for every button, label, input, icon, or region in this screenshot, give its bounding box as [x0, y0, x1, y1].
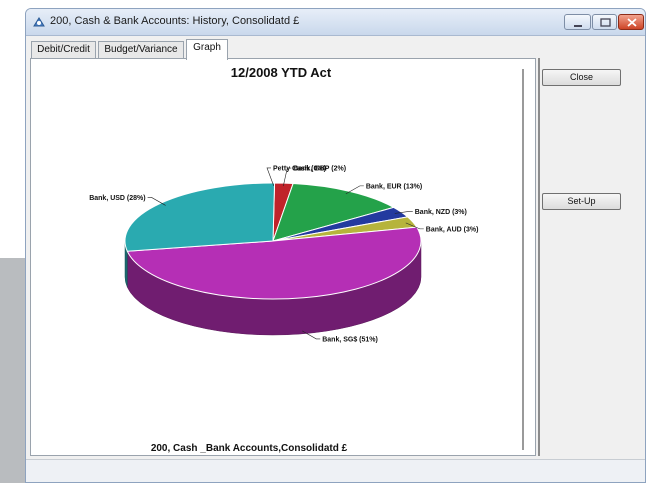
pie-label-3: Bank, NZD (3%) — [415, 209, 467, 216]
tab-budget-variance[interactable]: Budget/Variance — [98, 41, 184, 58]
maximize-button[interactable] — [592, 14, 617, 30]
tab-debit-credit[interactable]: Debit/Credit — [31, 41, 96, 58]
status-bar — [26, 459, 645, 482]
close-icon — [627, 18, 637, 27]
close-button[interactable]: Close — [542, 69, 621, 86]
pie-chart: 12/2008 YTD Act 200, Cash _Bank Accounts… — [89, 65, 479, 454]
chart-subtitle: 200, Cash _Bank Accounts,Consolidatd £ — [151, 443, 348, 454]
chart-title: 12/2008 YTD Act — [231, 65, 332, 80]
window-title: 200, Cash & Bank Accounts: History, Cons… — [50, 15, 300, 27]
pie-label-6: Bank, USD (28%) — [89, 195, 145, 202]
graph-panel: 12/2008 YTD Act 200, Cash _Bank Accounts… — [30, 58, 536, 456]
pie-top — [124, 182, 422, 300]
tab-graph[interactable]: Graph — [186, 39, 228, 60]
graph-divider — [522, 69, 524, 450]
pie-label-5: Bank, SG$ (51%) — [322, 336, 378, 343]
title-bar[interactable]: 200, Cash & Bank Accounts: History, Cons… — [26, 9, 645, 36]
minimize-button[interactable] — [564, 14, 591, 30]
history-window: 200, Cash & Bank Accounts: History, Cons… — [25, 8, 646, 483]
pie-slice-6 — [124, 182, 276, 252]
pie-leader-6 — [147, 197, 166, 206]
pie-label-2: Bank, EUR (13%) — [366, 183, 422, 190]
close-window-button[interactable] — [618, 14, 644, 30]
side-panel — [538, 58, 645, 456]
pie-label-4: Bank, AUD (3%) — [426, 226, 479, 233]
minimize-icon — [574, 25, 582, 27]
maximize-icon — [600, 18, 611, 27]
app-icon — [33, 17, 45, 27]
pie-label-1: Bank, GBP (2%) — [293, 166, 346, 173]
setup-button[interactable]: Set-Up — [542, 193, 621, 210]
